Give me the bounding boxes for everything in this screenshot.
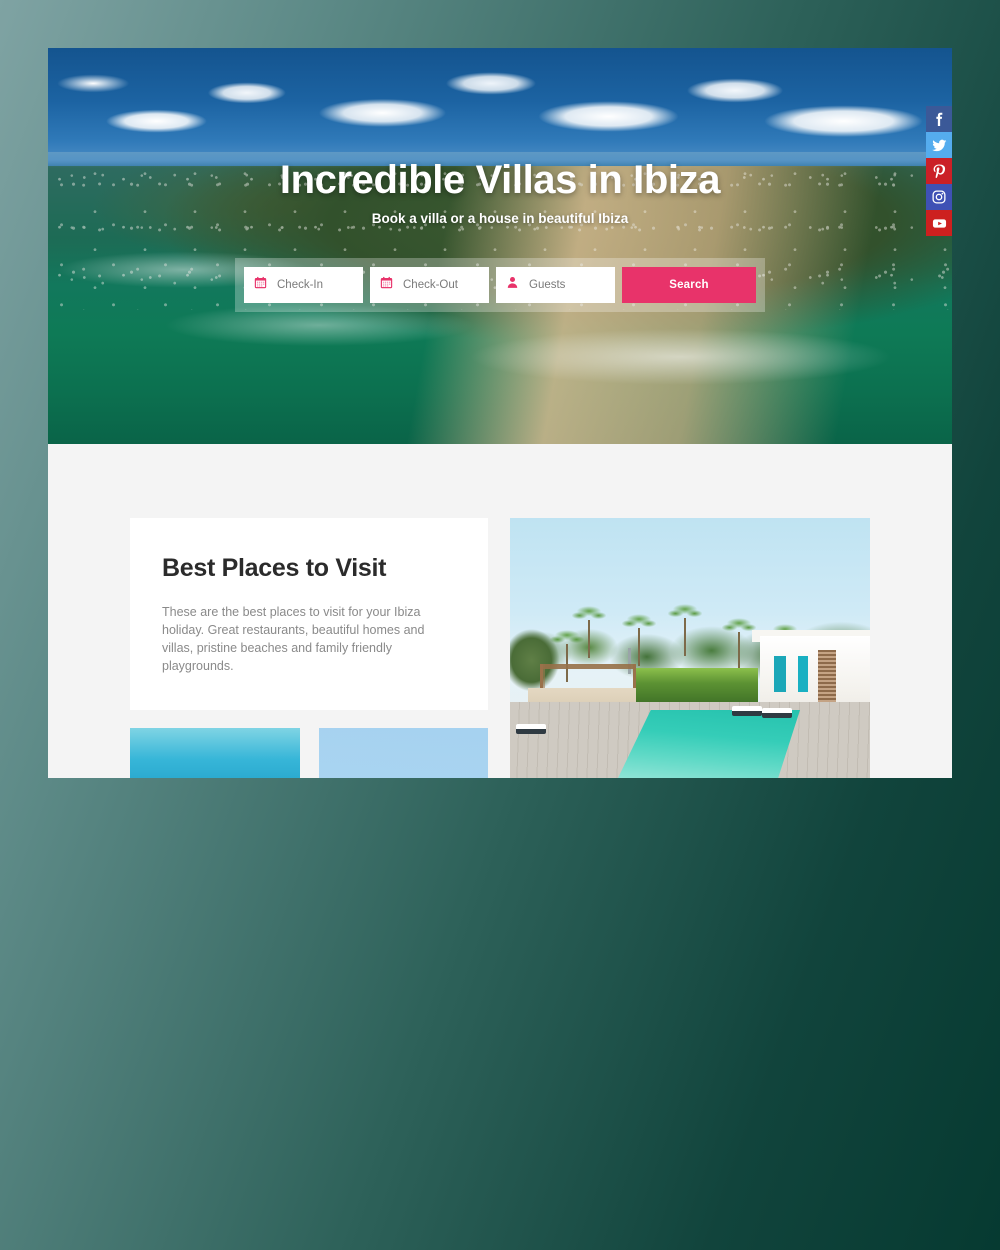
best-places-body: These are the best places to visit for y… [162,605,425,674]
instagram-icon [932,190,946,204]
page-title: Incredible Villas in Ibiza [279,158,721,202]
content-grid: Best Places to Visit These are the best … [48,518,952,778]
facebook-icon [932,112,946,126]
hero-subtitle: Book a villa or a house in beautiful Ibi… [371,211,629,226]
feature-image-villa-pool[interactable] [510,518,870,778]
thumbnail-row [130,727,488,778]
social-link-instagram[interactable] [926,184,952,210]
villa-door [774,656,786,692]
social-link-facebook[interactable] [926,106,952,132]
checkin-field[interactable]: Check-In [244,267,363,303]
palm-tree-icon [622,610,656,666]
left-column: Best Places to Visit These are the best … [130,518,488,778]
hero-content: Incredible Villas in Ibiza Book a villa … [48,48,952,444]
guests-field[interactable]: Guests [496,267,615,303]
search-bar: Check-In Check-Out Guests Search [235,258,765,312]
checkin-placeholder: Check-In [277,279,324,291]
checkout-placeholder: Check-Out [403,279,458,291]
palm-tree-icon [572,602,606,658]
page-viewport: Incredible Villas in Ibiza Book a villa … [48,48,952,778]
checkout-field[interactable]: Check-Out [370,267,489,303]
thumbnail-sea-view-terrace[interactable] [130,727,300,778]
search-button[interactable]: Search [622,267,756,303]
person-icon [506,276,519,294]
search-fields: Check-In Check-Out Guests [244,267,615,303]
villa-window [798,656,808,692]
calendar-icon [380,276,393,294]
social-link-youtube[interactable] [926,210,952,236]
sun-lounger [732,706,762,716]
social-link-twitter[interactable] [926,132,952,158]
twitter-icon [931,138,947,153]
hero-section: Incredible Villas in Ibiza Book a villa … [48,48,952,444]
palm-tree-icon [722,614,756,670]
calendar-icon [254,276,267,294]
content-section: Best Places to Visit These are the best … [48,444,952,778]
social-link-pinterest[interactable] [926,158,952,184]
best-places-card: Best Places to Visit These are the best … [130,518,488,710]
youtube-icon [932,216,947,231]
sun-lounger [516,724,546,734]
right-column [510,518,870,778]
sun-lounger [762,708,792,718]
thumbnail-blue-sky[interactable] [318,727,488,778]
villa-shutter [818,650,836,704]
guests-placeholder: Guests [529,279,566,291]
best-places-heading: Best Places to Visit [162,554,387,582]
social-links-rail [926,106,952,236]
palm-tree-icon [668,600,702,656]
pinterest-icon [932,164,946,178]
hedge [636,668,758,706]
